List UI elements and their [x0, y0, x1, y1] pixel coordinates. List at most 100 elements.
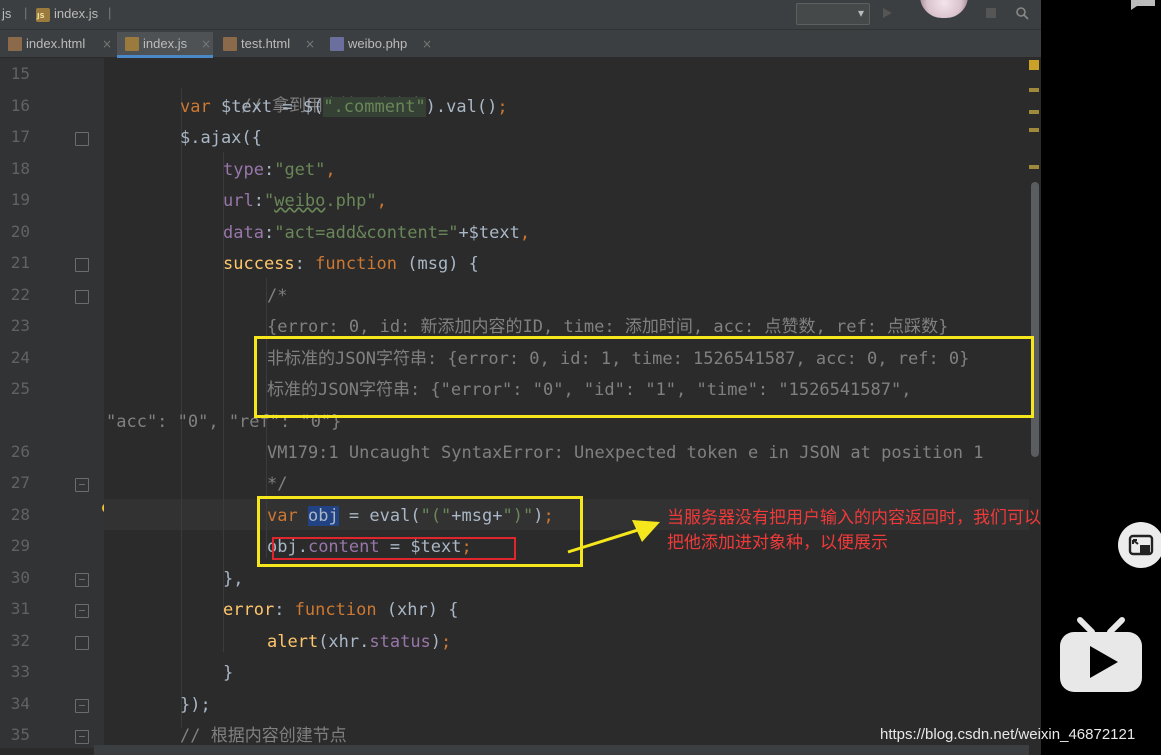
code-token: : [274, 600, 295, 620]
code-line-22: /* [267, 281, 287, 312]
fold-end-marker[interactable] [75, 730, 89, 744]
code-token: .php" [325, 191, 377, 211]
tab-label: test.html [241, 36, 291, 51]
code-token: ) [430, 632, 442, 652]
code-token: // 根据内容创建节点 [180, 726, 347, 746]
warning-stripe-marker[interactable] [1029, 165, 1039, 169]
tab-test-html[interactable]: test.html × [215, 32, 317, 58]
line-number-gutter: 15 16 17 18 19 20 21 22 23 24 25 26 27 2… [0, 58, 112, 748]
code-token: url [223, 191, 254, 211]
fold-end-marker[interactable] [75, 604, 89, 618]
line-number: 22 [10, 285, 30, 304]
line-number: 17 [10, 127, 30, 146]
error-stripe-marker[interactable] [1029, 60, 1039, 70]
code-token: ; [497, 97, 508, 117]
code-token: alert [267, 632, 319, 652]
fold-marker[interactable] [75, 132, 89, 146]
fold-end-marker[interactable] [75, 478, 89, 492]
code-line-33: } [223, 658, 233, 689]
tab-index-html[interactable]: index.html × [0, 32, 114, 58]
js-file-icon [36, 8, 50, 22]
stop-icon[interactable] [984, 6, 998, 20]
tab-label: weibo.php [348, 36, 408, 51]
line-number: 21 [10, 253, 30, 272]
code-line-20: data:"act=add&content="+$text, [223, 218, 530, 249]
warning-stripe-marker[interactable] [1029, 128, 1039, 132]
ide-window: js | index.js | index.html × index.js × … [0, 0, 1041, 755]
bilibili-logo-icon [1060, 617, 1142, 692]
line-number: 23 [10, 316, 30, 335]
breadcrumb-file[interactable]: index.js [54, 6, 98, 21]
close-icon[interactable]: × [102, 32, 112, 56]
warning-stripe-marker[interactable] [1029, 110, 1039, 114]
code-line-17: $.ajax({ [180, 123, 262, 154]
code-token: " [263, 191, 275, 211]
code-token: "act=add&content=" [274, 223, 459, 243]
editor-tab-bar: index.html × index.js × test.html × weib… [0, 30, 1041, 58]
code-token: weibo [274, 191, 326, 211]
close-icon[interactable]: × [305, 32, 315, 56]
run-configuration-dropdown[interactable] [796, 3, 870, 25]
code-token: : [263, 160, 275, 180]
fold-marker[interactable] [75, 258, 89, 272]
fold-end-marker[interactable] [75, 699, 89, 713]
js-file-icon [125, 37, 139, 51]
run-icon[interactable] [880, 6, 894, 20]
code-token: (msg) { [397, 254, 479, 274]
code-token: $.ajax({ [180, 128, 262, 148]
line-number: 31 [10, 599, 30, 618]
tab-index-js[interactable]: index.js × [117, 32, 213, 58]
navigation-bar: js | index.js | [0, 0, 1041, 30]
code-line-18: type:"get", [223, 155, 336, 186]
fold-marker[interactable] [75, 636, 89, 650]
line-number: 30 [10, 568, 30, 587]
code-token: "get" [274, 160, 326, 180]
line-number: 19 [10, 190, 30, 209]
code-token: $text = $( [210, 97, 324, 117]
user-avatar [920, 0, 968, 18]
php-file-icon [330, 37, 344, 51]
breadcrumb-separator: | [24, 5, 28, 20]
horizontal-scrollbar[interactable] [94, 745, 1029, 755]
code-token: type [223, 160, 264, 180]
tab-label: index.html [26, 36, 86, 51]
line-number: 15 [10, 64, 30, 83]
obj-content-highlight-box [272, 537, 516, 560]
code-token: */ [267, 474, 288, 494]
tab-weibo-php[interactable]: weibo.php × [322, 32, 434, 58]
fold-marker[interactable] [75, 290, 89, 304]
close-icon[interactable]: × [201, 32, 211, 56]
code-line-34: }); [180, 690, 211, 721]
code-line-30: }, [223, 564, 243, 595]
code-line-19: url:"weibo.php", [223, 186, 387, 217]
code-line-16: var $text = $(".comment").val(); [180, 92, 508, 123]
line-number: 18 [10, 159, 30, 178]
annotation-arrow-icon [567, 520, 660, 554]
line-number: 29 [10, 536, 30, 555]
line-number: 26 [10, 442, 30, 461]
line-number: 27 [10, 473, 30, 492]
close-icon[interactable]: × [422, 32, 432, 56]
json-string-highlight-box [254, 336, 1034, 418]
comment-icon[interactable] [1129, 0, 1157, 10]
tab-label: index.js [143, 36, 188, 51]
line-number: 20 [10, 222, 30, 241]
picture-in-picture-button[interactable] [1118, 522, 1161, 568]
code-token: status [369, 632, 431, 652]
warning-stripe-marker[interactable] [1029, 88, 1039, 92]
search-icon[interactable] [1015, 6, 1029, 20]
code-token: : [253, 191, 264, 211]
fold-end-marker[interactable] [75, 573, 89, 587]
code-token: +$text [458, 223, 520, 243]
html-file-icon [223, 37, 237, 51]
watermark-url: https://blog.csdn.net/weixin_46872121 [880, 726, 1136, 743]
code-token: data [223, 223, 264, 243]
code-token: var [180, 97, 211, 117]
code-token: ).val() [425, 97, 498, 117]
code-line-21: success: function (msg) { [223, 249, 479, 280]
breadcrumb-folder-js[interactable]: js [2, 6, 11, 21]
code-token: , [376, 191, 387, 211]
code-line-15: // 拿到用户输入的内容 [180, 60, 425, 116]
code-token: , [325, 160, 336, 180]
code-token: ".comment" [323, 97, 426, 117]
